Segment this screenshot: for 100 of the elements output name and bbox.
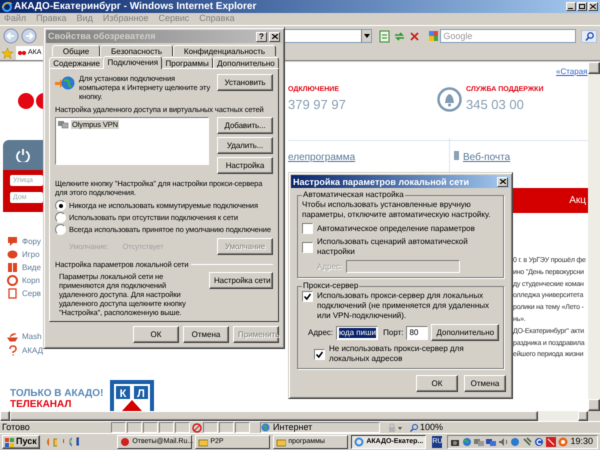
dialog-button[interactable]: ОК	[416, 375, 458, 392]
clock: 19:30	[570, 435, 594, 448]
lock-icon[interactable]	[388, 423, 402, 432]
check-mark-icon	[316, 350, 323, 358]
check-mark-icon	[304, 293, 311, 300]
ring-icon[interactable]	[558, 437, 568, 447]
dialog-button[interactable]: Дополнительно	[431, 324, 500, 341]
monitors-icon[interactable]	[474, 437, 484, 447]
stop-icon[interactable]	[408, 30, 421, 42]
maximize-icon	[579, 4, 585, 9]
dialog-button[interactable]: Настройка	[217, 157, 273, 174]
close-button[interactable]	[497, 176, 508, 186]
computers-icon	[58, 120, 69, 129]
dots-icon	[18, 51, 26, 55]
selected-text: юда пиши	[339, 328, 376, 338]
checkbox[interactable]	[302, 242, 313, 252]
scroll-up-button[interactable]	[588, 62, 600, 74]
group-heading: Прокси-сервер	[302, 281, 360, 291]
tab[interactable]: Содержание	[49, 57, 104, 68]
close-button[interactable]	[588, 2, 598, 11]
scroll-right-button[interactable]	[578, 411, 588, 421]
mail-icon	[454, 151, 459, 160]
camera-icon[interactable]	[450, 437, 460, 447]
dialog-button[interactable]: Установить	[217, 74, 273, 91]
scroll-left-button[interactable]	[0, 411, 10, 421]
zoom-button[interactable]: 100%	[410, 422, 444, 433]
radio-button[interactable]	[55, 212, 66, 223]
status-panel	[203, 422, 218, 433]
help-button[interactable]: ?	[256, 32, 267, 42]
dialog-button[interactable]: Настройка сети	[209, 272, 273, 289]
tab[interactable]: Дополнительно	[212, 57, 279, 68]
bell-icon	[437, 87, 462, 112]
globe-icon[interactable]	[510, 437, 520, 447]
tab[interactable]: Подключения	[103, 56, 162, 69]
tab[interactable]: Программы	[161, 57, 213, 68]
status-panel	[175, 422, 190, 433]
windows-flag-icon	[5, 438, 14, 446]
close-icon	[500, 179, 506, 184]
status-panel	[159, 422, 174, 433]
menu-link[interactable]: Mash	[22, 330, 42, 342]
magnifier-icon	[410, 424, 418, 432]
slash-square-icon[interactable]	[546, 437, 556, 447]
circle-arrow-icon[interactable]	[534, 437, 544, 447]
page-icon[interactable]	[378, 30, 391, 42]
port-field[interactable]: 80	[406, 326, 428, 340]
promo-tab[interactable]: Акц	[512, 188, 588, 213]
close-button[interactable]	[269, 32, 280, 42]
field-label: Порт:	[383, 328, 404, 338]
radio-button[interactable]	[55, 200, 66, 211]
star-icon[interactable]	[2, 48, 13, 58]
field-value: 80	[409, 328, 418, 338]
maximize-button[interactable]	[577, 2, 587, 11]
menu-link[interactable]: Серв	[22, 288, 41, 300]
document-icon	[7, 288, 18, 299]
webmail-link[interactable]: Веб-почта	[463, 150, 510, 165]
menu-link[interactable]: АКАД	[22, 344, 44, 356]
dropdown-button[interactable]	[361, 30, 372, 42]
search-button[interactable]	[581, 30, 598, 42]
group-heading: Автоматическая настройка	[302, 190, 405, 200]
dialog-button[interactable]: Отмена	[464, 375, 506, 392]
checkbox[interactable]	[302, 223, 313, 234]
tv-guide-link[interactable]: елепрограмма	[288, 150, 356, 165]
banner-title: ТОЛЬКО В АКАДО!	[10, 387, 104, 400]
pot-icon	[7, 331, 18, 342]
dialog-button[interactable]: Удалить...	[217, 137, 273, 154]
menu-link[interactable]: Фору	[22, 236, 41, 248]
menu-link[interactable]: Виде	[22, 262, 41, 274]
color-squares-icon	[428, 31, 438, 41]
phone-number: 345 03 00	[466, 96, 524, 114]
status-panel	[235, 422, 250, 433]
checkbox[interactable]	[302, 291, 313, 302]
monitors-icon[interactable]	[486, 437, 496, 447]
dialog-button[interactable]: Отмена	[183, 326, 229, 343]
checkbox[interactable]	[314, 348, 325, 360]
security-zone: Интернет	[273, 420, 312, 434]
tab[interactable]: Безопасность	[100, 45, 173, 56]
minimize-button[interactable]	[566, 2, 576, 11]
scroll-down-button[interactable]	[588, 399, 600, 411]
status-panel	[143, 422, 158, 433]
chat-icon	[7, 236, 18, 247]
old-version-link[interactable]: «Старая	[556, 66, 588, 78]
menu-link[interactable]: Игро	[22, 248, 40, 260]
dialog-button[interactable]: ОК	[133, 326, 179, 343]
tab[interactable]: Конфиденциальность	[173, 45, 276, 56]
speaker-icon[interactable]	[498, 437, 508, 447]
dialog-button[interactable]: Добавить...	[217, 117, 273, 134]
option-label: Автоматическое определение параметров	[317, 224, 476, 234]
search-field[interactable]: Google	[440, 29, 576, 43]
start-button[interactable]: Пуск	[2, 435, 40, 449]
phone-number: 379 97 97	[288, 96, 346, 114]
back-icon[interactable]	[3, 28, 19, 44]
forward-icon[interactable]	[20, 28, 36, 44]
radio-button[interactable]	[55, 224, 66, 235]
tab[interactable]: Общие	[52, 45, 100, 56]
menu-link[interactable]: Корп	[22, 274, 40, 286]
banner-subtitle: ТЕЛЕКАНАЛ	[10, 399, 72, 410]
field-label: Адрес:	[308, 328, 334, 338]
question-icon	[7, 345, 18, 356]
proxy-address-field[interactable]: юда пиши	[336, 326, 378, 340]
vertical-scrollbar[interactable]	[588, 62, 600, 411]
